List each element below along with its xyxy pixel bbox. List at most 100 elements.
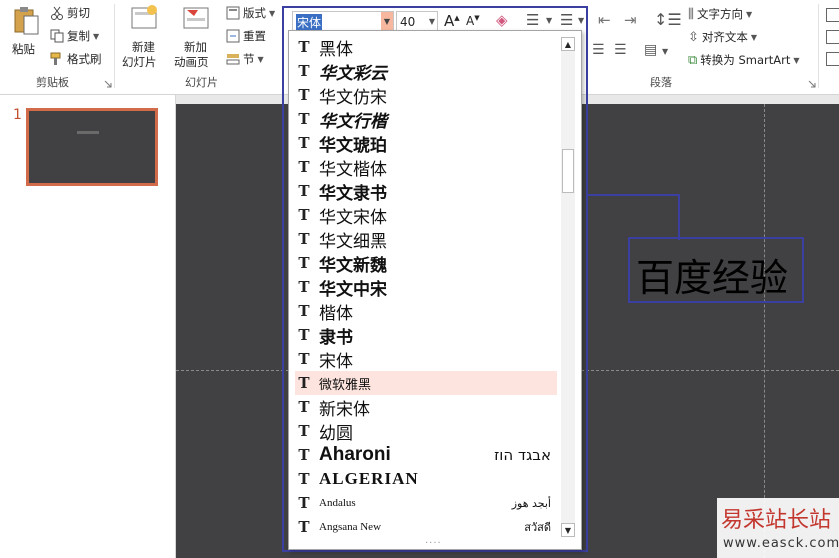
group-separator bbox=[818, 4, 819, 88]
layout-button[interactable]: 版式 ▼ bbox=[226, 5, 275, 21]
dialog-launcher-icon[interactable] bbox=[808, 80, 816, 88]
format-painter-label: 格式刷 bbox=[67, 52, 102, 66]
chevron-down-icon[interactable]: ▼ bbox=[93, 32, 99, 41]
text-direction-button[interactable]: ⫼ 文字方向 ▼ bbox=[688, 6, 752, 22]
format-painter-button[interactable]: 格式刷 bbox=[50, 51, 102, 67]
cut-label: 剪切 bbox=[67, 6, 90, 20]
font-name-label: 华文琥珀 bbox=[319, 135, 387, 156]
reset-button[interactable]: 重置 bbox=[226, 28, 266, 44]
shape-gallery-item[interactable] bbox=[826, 52, 839, 66]
convert-smartart-button[interactable]: ⧉ 转换为 SmartArt ▼ bbox=[688, 52, 800, 68]
paste-icon bbox=[14, 7, 39, 35]
font-name-label: 华文彩云 bbox=[319, 63, 387, 84]
font-list-item[interactable]: T 华文宋体 bbox=[295, 203, 557, 228]
font-name-label: 华文仿宋 bbox=[319, 87, 387, 108]
cut-button[interactable]: 剪切 bbox=[50, 5, 90, 21]
paste-button[interactable]: 粘贴 bbox=[8, 6, 44, 66]
font-list-item[interactable]: T 华文细黑 bbox=[295, 227, 557, 252]
chevron-down-icon[interactable]: ▼ bbox=[269, 9, 275, 18]
align-text-icon: ⇳ bbox=[688, 29, 699, 45]
font-name-label: 宋体 bbox=[319, 351, 353, 372]
truetype-font-icon: T bbox=[298, 278, 310, 296]
copy-icon bbox=[50, 29, 64, 43]
font-name-label: 华文细黑 bbox=[319, 231, 387, 252]
copy-button[interactable]: 复制 ▼ bbox=[50, 28, 99, 44]
font-name-label: Andalus bbox=[319, 497, 356, 509]
shape-gallery-item[interactable] bbox=[826, 30, 839, 44]
text-box[interactable]: 百度经验 bbox=[628, 237, 804, 303]
truetype-font-icon: T bbox=[298, 230, 310, 248]
chevron-down-icon[interactable]: ▼ bbox=[746, 10, 752, 19]
chevron-down-icon[interactable]: ▼ bbox=[258, 55, 264, 64]
watermark: 易采站长站 www.easck.com bbox=[717, 498, 839, 558]
font-list-item[interactable]: T 华文彩云 bbox=[295, 59, 557, 84]
dialog-launcher-icon[interactable] bbox=[104, 80, 112, 88]
font-list-item[interactable]: T Angsana New สวัสดี bbox=[295, 515, 557, 539]
font-name-label: 华文新魏 bbox=[319, 255, 387, 276]
font-list-item[interactable]: T 华文琥珀 bbox=[295, 131, 557, 156]
font-list-item[interactable]: T 微软雅黑 bbox=[295, 371, 557, 395]
font-list-item[interactable]: T 黑体 bbox=[295, 35, 557, 60]
decrease-indent-icon[interactable]: ⇤ bbox=[598, 11, 611, 29]
truetype-font-icon: T bbox=[298, 518, 310, 536]
animation-page-icon bbox=[183, 7, 209, 29]
font-list-item[interactable]: T ALGERIAN bbox=[295, 467, 557, 491]
increase-indent-icon[interactable]: ⇥ bbox=[624, 11, 637, 29]
line-spacing-icon[interactable]: ↕☰ bbox=[654, 10, 682, 29]
truetype-font-icon: T bbox=[298, 422, 310, 440]
truetype-font-icon: T bbox=[298, 62, 310, 80]
truetype-font-icon: T bbox=[298, 158, 310, 176]
columns-icon[interactable]: ▤ bbox=[644, 42, 657, 58]
truetype-font-icon: T bbox=[298, 110, 310, 128]
clipboard-group-label: 剪贴板 bbox=[36, 76, 69, 89]
reset-icon bbox=[226, 29, 240, 43]
justify-icon[interactable]: ☰ bbox=[614, 42, 627, 58]
font-list-item[interactable]: T 华文行楷 bbox=[295, 107, 557, 132]
font-name-label: 黑体 bbox=[319, 39, 353, 60]
scroll-up-arrow[interactable]: ▲ bbox=[561, 37, 575, 51]
new-animation-page-button[interactable]: 新加 动画页 bbox=[172, 4, 222, 70]
scrollbar[interactable]: ▲ ▼ bbox=[561, 37, 575, 537]
shape-gallery-item[interactable] bbox=[826, 8, 839, 22]
chevron-down-icon[interactable]: ▼ bbox=[793, 56, 799, 65]
scrollbar-thumb[interactable] bbox=[562, 149, 574, 193]
paintbrush-icon bbox=[50, 52, 61, 65]
align-text-button[interactable]: ⇳ 对齐文本 ▼ bbox=[688, 29, 757, 45]
font-list-item[interactable]: T 楷体 bbox=[295, 299, 557, 324]
font-list-item[interactable]: T 隶书 bbox=[295, 323, 557, 348]
font-list-item[interactable]: T 新宋体 bbox=[295, 395, 557, 420]
font-list-item[interactable]: T 宋体 bbox=[295, 347, 557, 372]
font-name-label: Angsana New bbox=[319, 521, 382, 533]
font-dropdown-list[interactable]: T 黑体 T 华文彩云 T 华文仿宋 T 华文行楷 T 华文琥珀 T 华文楷体 T 华文隶书 T 华文宋体 T 华… bbox=[288, 30, 582, 550]
section-button[interactable]: 节 ▼ bbox=[226, 51, 264, 67]
font-name-label: ALGERIAN bbox=[319, 469, 419, 488]
new-animation-label-1: 新加 bbox=[184, 40, 207, 54]
font-list-item[interactable]: T 幼圆 bbox=[295, 419, 557, 444]
slide-thumbnail[interactable] bbox=[26, 108, 158, 186]
font-list-item[interactable]: T Aharoni אבגד הוז bbox=[295, 443, 557, 467]
font-list-item[interactable]: T 华文仿宋 bbox=[295, 83, 557, 108]
font-sample-label: אבגד הוז bbox=[494, 446, 551, 464]
truetype-font-icon: T bbox=[298, 350, 310, 368]
truetype-font-icon: T bbox=[298, 398, 310, 416]
chevron-down-icon[interactable]: ▼ bbox=[662, 47, 668, 56]
slide-thumbnail-pane: 1 bbox=[0, 95, 176, 558]
resize-grip-icon[interactable]: ···· bbox=[425, 538, 442, 549]
watermark-text: 易采站长站 bbox=[721, 508, 832, 533]
font-list-item[interactable]: T Andalus أبجد هوز bbox=[295, 491, 557, 515]
truetype-font-icon: T bbox=[298, 446, 310, 464]
chevron-down-icon[interactable]: ▼ bbox=[751, 33, 757, 42]
new-slide-button[interactable]: 新建 幻灯片 bbox=[120, 4, 170, 70]
font-list-item[interactable]: T 华文隶书 bbox=[295, 179, 557, 204]
font-list-item[interactable]: T 华文楷体 bbox=[295, 155, 557, 180]
reset-label: 重置 bbox=[243, 29, 266, 43]
font-list-item[interactable]: T 华文中宋 bbox=[295, 275, 557, 300]
font-name-label: 华文隶书 bbox=[319, 183, 387, 204]
font-sample-label: أبجد هوز bbox=[511, 496, 551, 510]
align-left-icon[interactable]: ☰ bbox=[592, 42, 605, 58]
new-slide-icon bbox=[131, 5, 157, 29]
font-sample-label: สวัสดี bbox=[524, 521, 551, 534]
truetype-font-icon: T bbox=[298, 134, 310, 152]
scroll-down-arrow[interactable]: ▼ bbox=[561, 523, 575, 537]
font-list-item[interactable]: T 华文新魏 bbox=[295, 251, 557, 276]
